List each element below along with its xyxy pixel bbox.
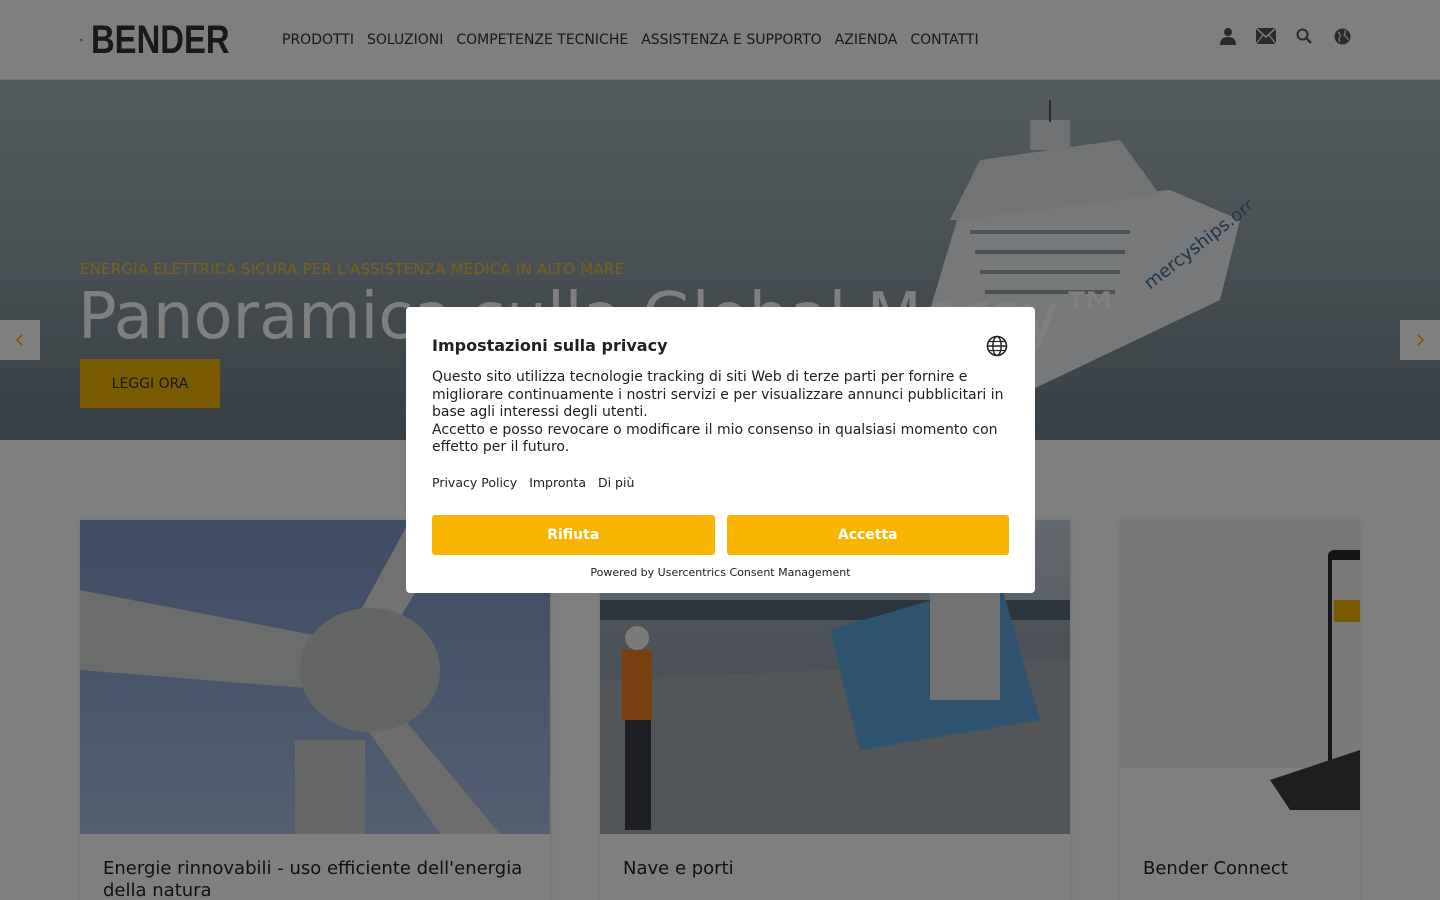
reject-button[interactable]: Rifiuta [432,515,715,555]
language-globe-icon[interactable] [986,335,1008,357]
consent-text: Questo sito utilizza tecnologie tracking… [432,369,1010,457]
consent-links: Privacy Policy Impronta Di più [432,475,634,490]
privacy-policy-link[interactable]: Privacy Policy [432,475,517,490]
more-info-link[interactable]: Di più [598,475,634,490]
privacy-consent-dialog: Impostazioni sulla privacy Questo sito u… [406,307,1035,593]
accept-button[interactable]: Accetta [726,515,1009,555]
imprint-link[interactable]: Impronta [529,475,586,490]
powered-by-text: Powered by Usercentrics Consent Manageme… [590,566,851,579]
consent-text-paragraph-2: Accetto e posso revocare o modificare il… [432,421,998,456]
consent-text-paragraph-1: Questo sito utilizza tecnologie tracking… [432,369,1004,420]
consent-buttons: Rifiuta Accetta [432,515,1009,555]
consent-title: Impostazioni sulla privacy [432,336,668,355]
